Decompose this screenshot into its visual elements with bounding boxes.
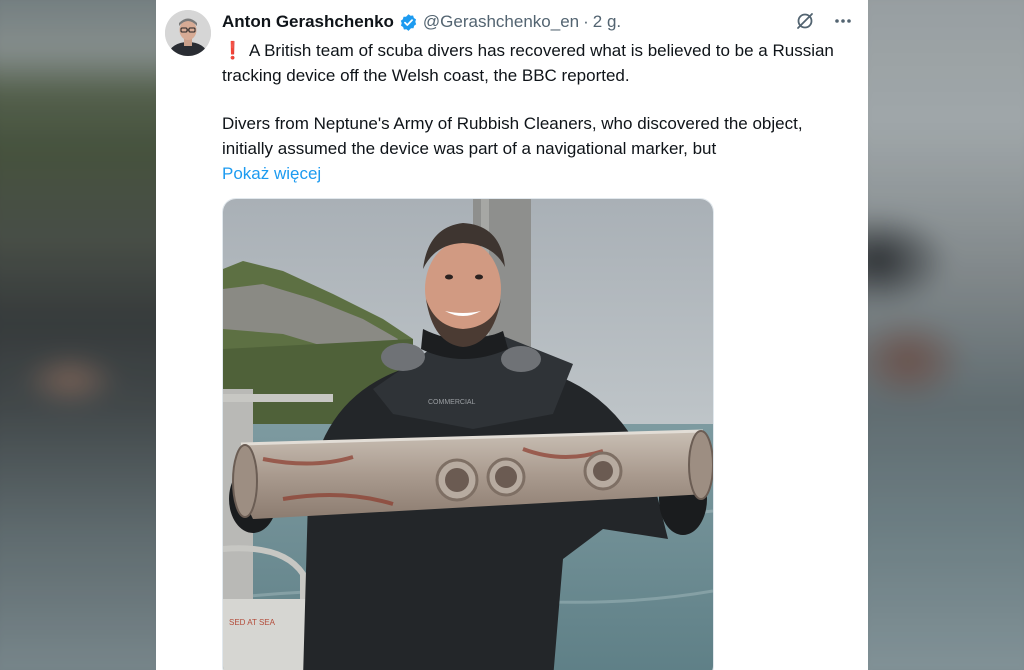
tweet-text-line-1: A British team of scuba divers has recov… <box>222 41 834 85</box>
author-name[interactable]: Anton Gerashchenko <box>222 12 394 32</box>
boat-label: SED AT SEA <box>229 618 276 627</box>
show-more-link[interactable]: Pokaż więcej <box>222 161 852 186</box>
verified-badge-icon <box>399 13 418 32</box>
tweet-paragraph-2: Divers from Neptune's Army of Rubbish Cl… <box>222 111 852 186</box>
blurred-background-right <box>868 0 1024 670</box>
exclamation-icon: ❗ <box>222 41 244 60</box>
avatar[interactable] <box>165 10 211 56</box>
tweet-paragraph-1: ❗ A British team of scuba divers has rec… <box>222 38 852 88</box>
tweet-text-line-2: Divers from Neptune's Army of Rubbish Cl… <box>222 114 803 158</box>
more-options-icon[interactable] <box>832 10 854 32</box>
diver-photo-image: SED AT SEA COMMERCIAL <box>223 199 713 670</box>
tweet-actions <box>794 10 854 32</box>
suit-text: COMMERCIAL <box>428 399 476 406</box>
grok-icon[interactable] <box>794 10 816 32</box>
tweet-card[interactable]: Anton Gerashchenko @Gerashchenko_en · 2 … <box>156 0 868 670</box>
tweet-header: Anton Gerashchenko @Gerashchenko_en · 2 … <box>222 11 848 33</box>
tweet-photo[interactable]: SED AT SEA COMMERCIAL <box>222 198 714 670</box>
tweet-text: ❗ A British team of scuba divers has rec… <box>222 38 852 186</box>
tweet-timestamp[interactable]: 2 g. <box>593 12 621 32</box>
blurred-background-left <box>0 0 156 670</box>
author-handle[interactable]: @Gerashchenko_en <box>423 12 579 32</box>
separator-dot: · <box>583 12 589 31</box>
